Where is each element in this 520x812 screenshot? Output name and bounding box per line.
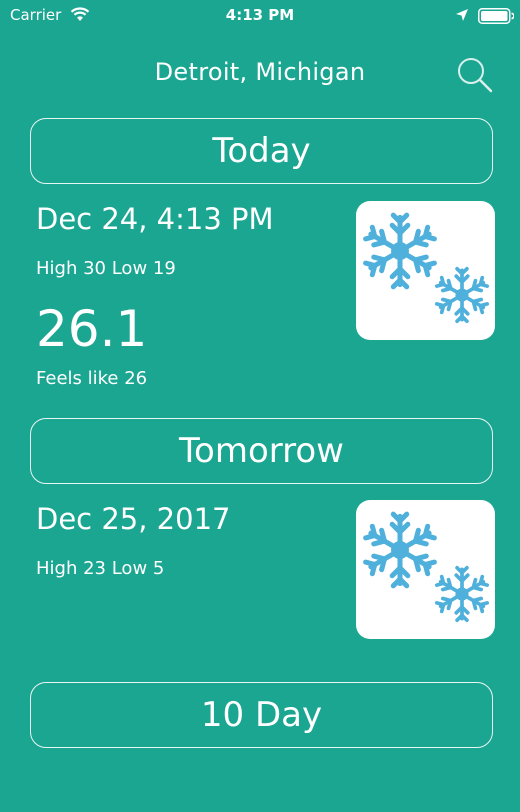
city-title: Detroit, Michigan: [154, 58, 366, 86]
tomorrow-button[interactable]: Tomorrow: [30, 418, 493, 484]
snowflake-icon: [356, 201, 490, 324]
snowflake-icon: [356, 500, 490, 623]
ten-day-button[interactable]: 10 Day: [30, 682, 493, 748]
feels-like: Feels like 26: [36, 368, 148, 389]
today-date: Dec 24, 4:13 PM: [36, 202, 274, 236]
battery-icon: [478, 8, 514, 24]
tomorrow-high-low: High 23 Low 5: [36, 558, 165, 579]
status-time: 4:13 PM: [225, 6, 295, 24]
today-weather-card: [356, 201, 495, 340]
tomorrow-date: Dec 25, 2017: [36, 502, 231, 536]
tomorrow-weather-card: [356, 500, 495, 639]
current-temperature: 26.1: [36, 300, 148, 358]
today-high-low: High 30 Low 19: [36, 258, 176, 279]
today-button[interactable]: Today: [30, 118, 493, 184]
location-arrow-icon: [456, 9, 468, 21]
search-icon[interactable]: [454, 54, 494, 94]
